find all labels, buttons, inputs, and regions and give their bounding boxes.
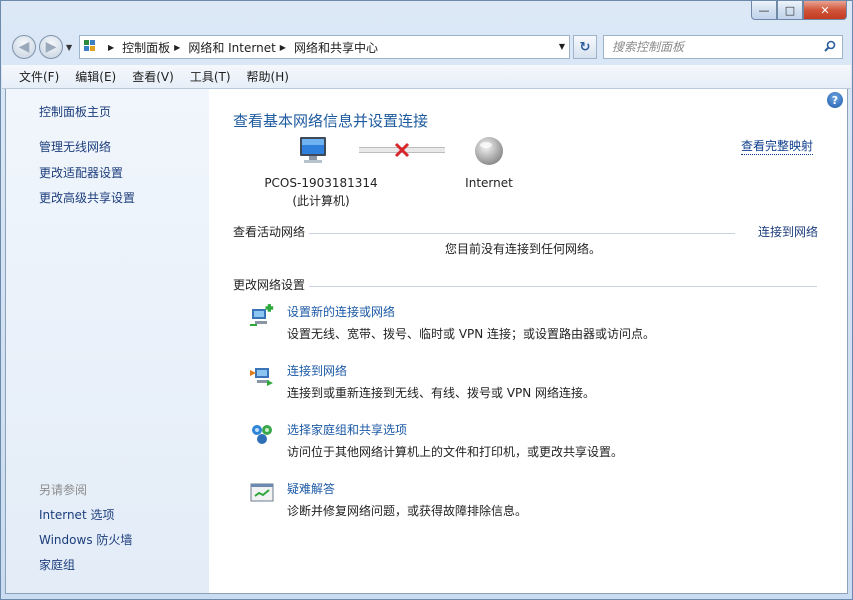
- search-box: [603, 35, 843, 59]
- active-networks-heading: 查看活动网络: [233, 225, 306, 239]
- sidebar-item-windows-firewall[interactable]: Windows 防火墙: [39, 531, 132, 548]
- sidebar-item-homegroup[interactable]: 家庭组: [39, 556, 75, 573]
- sidebar: 控制面板主页 管理无线网络 更改适配器设置 更改高级共享设置 另请参阅 Inte…: [6, 89, 209, 593]
- address-dropdown-icon[interactable]: ▼: [559, 42, 565, 51]
- task-link-troubleshoot[interactable]: 疑难解答: [287, 480, 335, 497]
- breadcrumb-network-sharing-center[interactable]: 网络和共享中心: [294, 39, 378, 56]
- task-link-connect-network[interactable]: 连接到网络: [287, 362, 347, 379]
- menu-help[interactable]: 帮助(H): [247, 68, 289, 85]
- menu-bar: 文件(F) 编辑(E) 查看(V) 工具(T) 帮助(H): [2, 65, 851, 89]
- menu-edit[interactable]: 编辑(E): [75, 68, 116, 85]
- refresh-icon: ↻: [579, 39, 591, 55]
- task-desc-new-connection: 设置无线、宽带、拨号、临时或 VPN 连接；或设置路由器或访问点。: [287, 327, 656, 341]
- sidebar-item-control-panel-home[interactable]: 控制面板主页: [39, 103, 111, 120]
- task-link-new-connection[interactable]: 设置新的连接或网络: [287, 303, 395, 320]
- internet-globe-icon: [475, 137, 503, 165]
- view-full-map-link[interactable]: 查看完整映射: [741, 137, 814, 155]
- sidebar-item-adapter-settings[interactable]: 更改适配器设置: [39, 164, 123, 181]
- content-area: 控制面板主页 管理无线网络 更改适配器设置 更改高级共享设置 另请参阅 Inte…: [5, 89, 848, 594]
- navigation-bar: ◀ ▶ ▼ ▶ 控制面板 ▶ 网络和 Internet ▶ 网络和共享中心 ▼ ↻: [1, 31, 852, 61]
- sidebar-item-advanced-sharing[interactable]: 更改高级共享设置: [39, 189, 135, 206]
- sidebar-item-internet-options[interactable]: Internet 选项: [39, 506, 114, 523]
- breadcrumb-network-internet[interactable]: 网络和 Internet ▶: [188, 39, 294, 56]
- breadcrumb-separator-icon[interactable]: ▶: [280, 43, 286, 52]
- no-network-message: 您目前没有连接到任何网络。: [445, 242, 602, 256]
- caption-buttons: — □ ✕: [751, 1, 847, 20]
- page-title: 查看基本网络信息并设置连接: [233, 112, 429, 130]
- task-desc-troubleshoot: 诊断并修复网络问题，或获得故障排除信息。: [287, 504, 528, 518]
- window: — □ ✕ ◀ ▶ ▼ ▶ 控制面板 ▶ 网络和 Internet ▶ 网络和共享中…: [0, 0, 853, 600]
- see-also-heading: 另请参阅: [39, 483, 88, 497]
- control-panel-icon: [84, 40, 100, 54]
- maximize-button[interactable]: □: [777, 1, 803, 20]
- recent-pages-dropdown-icon[interactable]: ▼: [66, 43, 72, 52]
- task-desc-homegroup: 访问位于其他网络计算机上的文件和打印机，或更改共享设置。: [287, 445, 624, 459]
- change-settings-heading: 更改网络设置: [233, 278, 306, 292]
- computer-subtitle: (此计算机): [292, 194, 350, 208]
- computer-icon: [300, 137, 326, 163]
- disconnected-x-icon: [394, 142, 410, 158]
- back-arrow-icon: ◀: [18, 39, 30, 55]
- breadcrumb-control-panel[interactable]: 控制面板 ▶: [122, 39, 188, 56]
- forward-arrow-icon: ▶: [45, 39, 57, 55]
- section-divider: [309, 233, 735, 234]
- task-link-homegroup[interactable]: 选择家庭组和共享选项: [287, 421, 407, 438]
- task-desc-connect-network: 连接到或重新连接到无线、有线、拨号或 VPN 网络连接。: [287, 386, 596, 400]
- main-panel: ? 查看基本网络信息并设置连接 查看完整映射 PCOS-1903181314 (…: [209, 89, 847, 593]
- menu-file[interactable]: 文件(F): [19, 68, 59, 85]
- menu-tools[interactable]: 工具(T): [190, 68, 231, 85]
- back-button[interactable]: ◀: [12, 35, 36, 59]
- section-divider: [309, 286, 817, 287]
- search-icon[interactable]: [824, 40, 836, 52]
- menu-view[interactable]: 查看(V): [132, 68, 174, 85]
- minimize-button[interactable]: —: [751, 1, 777, 20]
- computer-node: PCOS-1903181314 (此计算机): [249, 176, 393, 209]
- breadcrumb-separator-icon[interactable]: ▶: [174, 43, 180, 52]
- internet-node-label: Internet: [465, 176, 513, 190]
- connect-network-icon: [250, 368, 273, 386]
- forward-button[interactable]: ▶: [39, 35, 63, 59]
- refresh-button[interactable]: ↻: [573, 35, 597, 59]
- breadcrumb-separator-icon[interactable]: ▶: [108, 43, 114, 52]
- connect-to-network-link[interactable]: 连接到网络: [758, 223, 818, 240]
- troubleshoot-icon: [250, 483, 274, 502]
- homegroup-icon: [252, 425, 272, 444]
- sidebar-item-manage-wireless[interactable]: 管理无线网络: [39, 138, 111, 155]
- help-icon[interactable]: ?: [827, 92, 843, 108]
- search-input[interactable]: [612, 40, 812, 54]
- computer-name: PCOS-1903181314: [264, 176, 378, 190]
- address-bar[interactable]: ▶ 控制面板 ▶ 网络和 Internet ▶ 网络和共享中心 ▼: [79, 35, 570, 59]
- close-button[interactable]: ✕: [803, 1, 847, 20]
- new-connection-icon: [250, 304, 274, 326]
